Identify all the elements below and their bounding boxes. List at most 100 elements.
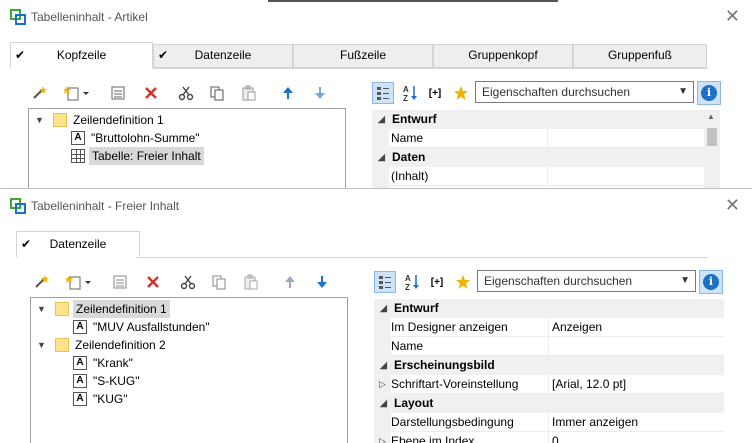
collapse-icon[interactable]: ▼ [35, 111, 45, 129]
chevron-down-icon[interactable]: ▼ [680, 275, 690, 286]
scroll-up-icon[interactable]: ▲ [707, 112, 715, 121]
collapse-icon[interactable]: ▼ [37, 336, 47, 354]
folder-icon [53, 113, 67, 127]
favorites-star-icon[interactable] [452, 271, 474, 293]
tree-node-label-selected: Tabelle: Freier Inhalt [89, 147, 204, 165]
property-value-cell[interactable] [548, 318, 549, 336]
paste-icon[interactable] [240, 271, 262, 293]
property-value-cell[interactable] [548, 375, 549, 393]
app-logo-icon [10, 9, 26, 25]
copy-icon[interactable] [208, 271, 230, 293]
property-value[interactable]: Anzeigen [552, 318, 602, 337]
sort-alpha-icon[interactable]: AZ [401, 271, 423, 293]
property-row[interactable]: ▷ Ebene im Index 0 [379, 432, 724, 443]
info-button[interactable]: i [697, 81, 721, 105]
info-button[interactable]: i [699, 270, 723, 294]
property-category[interactable]: ◢ Daten [372, 148, 704, 167]
search-placeholder: Eigenschaften durchsuchen [482, 85, 631, 99]
property-value[interactable]: [Arial, 12.0 pt] [552, 375, 626, 394]
tree-node-label: "MUV Ausfallstunden" [93, 320, 210, 334]
tab-gruppenfuss[interactable]: Gruppenfuß [573, 44, 707, 68]
property-grid: ◢ Entwurf Name ◢ Daten (Inhalt) ▲ [372, 110, 720, 190]
property-row[interactable]: Im Designer anzeigen Anzeigen [391, 318, 724, 337]
property-category[interactable]: ◢ Erscheinungsbild [374, 356, 724, 375]
chevron-down-icon[interactable]: ▼ [678, 86, 688, 97]
property-search-box[interactable]: Eigenschaften durchsuchen ▼ [477, 270, 696, 292]
collapse-icon[interactable]: ◢ [378, 148, 385, 167]
tab-panel-border [136, 257, 708, 258]
cut-icon[interactable] [177, 271, 199, 293]
tab-datenzeile[interactable]: ✔ Datenzeile [16, 231, 140, 257]
property-value-cell[interactable] [548, 337, 549, 355]
property-row[interactable]: Darstellungsbedingung Immer anzeigen [391, 413, 724, 432]
categorized-view-icon[interactable] [372, 82, 394, 104]
property-value[interactable]: 0 [552, 432, 559, 443]
close-icon[interactable]: ✕ [725, 6, 740, 26]
tree-node-label: Zeilendefinition 2 [75, 338, 166, 352]
property-value[interactable]: Immer anzeigen [552, 413, 638, 432]
tab-fusszeile[interactable]: Fußzeile [293, 44, 433, 68]
category-label: Entwurf [392, 112, 437, 126]
new-item-dropdown-icon[interactable] [61, 82, 97, 104]
property-row[interactable]: ▷ Schriftart-Voreinstellung [Arial, 12.0… [379, 375, 724, 394]
tree-toolbar [28, 82, 348, 104]
properties-list-icon[interactable] [109, 271, 131, 293]
move-up-icon[interactable] [279, 271, 301, 293]
wizard-icon[interactable] [28, 82, 50, 104]
property-row[interactable]: (Inhalt) [389, 167, 704, 186]
favorites-star-icon[interactable] [450, 82, 472, 104]
expand-icon[interactable]: ▷ [379, 432, 386, 443]
title-bar: Tabelleninhalt - Freier Inhalt ✕ [0, 189, 752, 223]
collapse-icon[interactable]: ◢ [380, 299, 387, 318]
property-row[interactable]: Name [389, 129, 704, 148]
folder-icon [55, 302, 69, 316]
row-definition-tree: ▼ Zeilendefinition 1 A "Bruttolohn-Summe… [28, 108, 346, 190]
category-label: Daten [392, 150, 426, 164]
text-field-icon: A [71, 131, 85, 145]
close-icon[interactable]: ✕ [725, 195, 740, 215]
tab-label: Datenzeile [194, 48, 252, 62]
scroll-thumb[interactable] [707, 128, 717, 146]
delete-icon[interactable] [140, 82, 162, 104]
property-category[interactable]: ◢ Layout [374, 394, 724, 413]
tab-gruppenkopf[interactable]: Gruppenkopf [433, 44, 573, 68]
window-title: Tabelleninhalt - Freier Inhalt [31, 199, 180, 213]
property-value-cell[interactable] [548, 413, 549, 431]
move-up-icon[interactable] [277, 82, 299, 104]
property-category[interactable]: ◢ Entwurf [372, 110, 704, 129]
property-value-cell[interactable] [548, 432, 549, 443]
delete-icon[interactable] [142, 271, 164, 293]
collapse-icon[interactable]: ▼ [37, 300, 47, 318]
tab-datenzeile[interactable]: ✔ Datenzeile [153, 44, 293, 68]
svg-text:Z: Z [405, 283, 410, 291]
properties-list-icon[interactable] [107, 82, 129, 104]
categorized-view-icon[interactable] [374, 271, 396, 293]
expand-collapse-icon[interactable]: [+] [426, 271, 448, 293]
move-down-icon[interactable] [311, 271, 333, 293]
window-title: Tabelleninhalt - Artikel [31, 10, 148, 24]
category-label: Entwurf [394, 301, 439, 315]
tab-kopfzeile[interactable]: ✔ Kopfzeile [10, 42, 153, 68]
move-down-icon[interactable] [309, 82, 331, 104]
text-field-icon: A [73, 320, 87, 334]
collapse-icon[interactable]: ◢ [380, 394, 387, 413]
expand-icon[interactable]: ▷ [379, 375, 386, 394]
property-row[interactable]: Name [391, 337, 724, 356]
property-search-box[interactable]: Eigenschaften durchsuchen ▼ [475, 81, 694, 103]
property-category[interactable]: ◢ Entwurf [374, 299, 724, 318]
property-scrollbar[interactable]: ▲ [704, 110, 720, 190]
collapse-icon[interactable]: ◢ [378, 110, 385, 129]
copy-icon[interactable] [206, 82, 228, 104]
property-value-cell[interactable] [547, 167, 548, 185]
text-field-icon: A [73, 374, 87, 388]
sort-alpha-icon[interactable]: AZ [399, 82, 421, 104]
paste-icon[interactable] [238, 82, 260, 104]
expand-collapse-icon[interactable]: [+] [424, 82, 446, 104]
property-value-cell[interactable] [547, 129, 548, 147]
window-freier-inhalt: Tabelleninhalt - Freier Inhalt ✕ ✔ Daten… [0, 188, 752, 443]
new-item-dropdown-icon[interactable] [63, 271, 99, 293]
cut-icon[interactable] [175, 82, 197, 104]
collapse-icon[interactable]: ◢ [380, 356, 387, 375]
property-name: Ebene im Index [391, 434, 475, 443]
wizard-icon[interactable] [30, 271, 52, 293]
